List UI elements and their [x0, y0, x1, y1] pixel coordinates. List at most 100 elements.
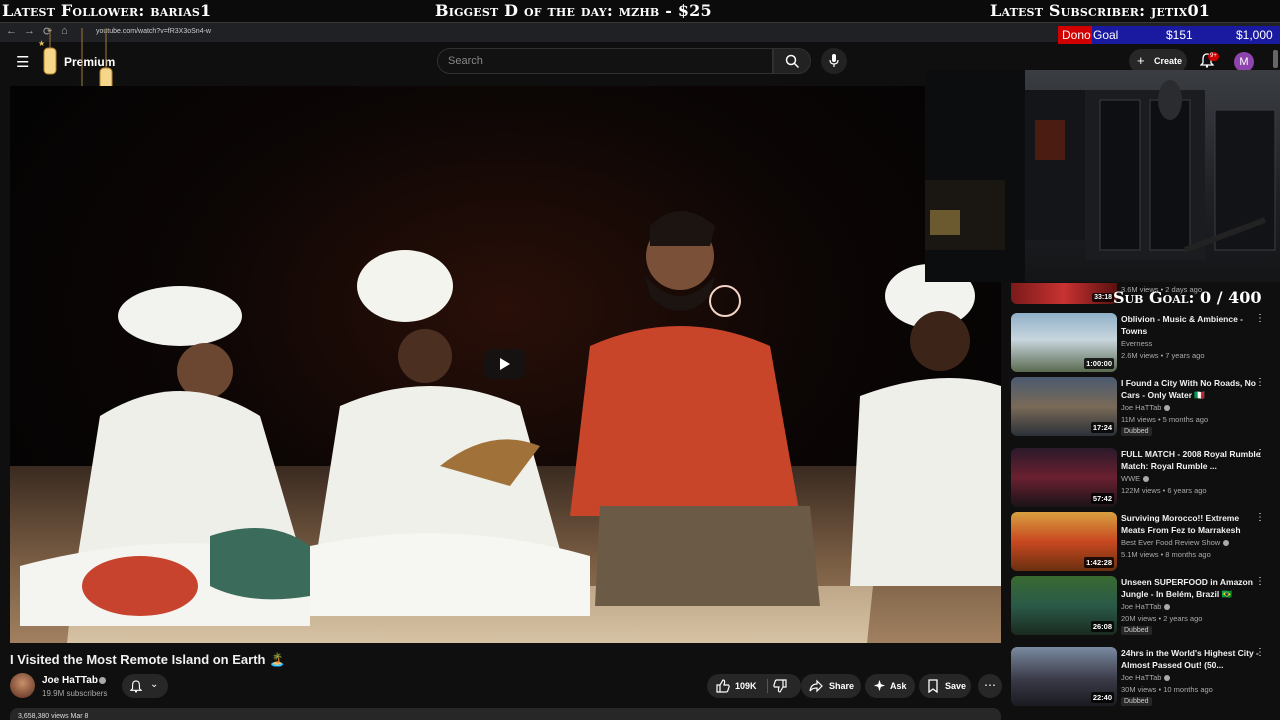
ask-button[interactable]: Ask — [865, 674, 915, 698]
duration-badge: 1:42:28 — [1084, 557, 1114, 568]
back-icon[interactable]: ← — [6, 25, 17, 37]
video-thumbnail[interactable]: 57:42 — [1011, 448, 1117, 507]
duration-badge: 33:18 — [1092, 293, 1114, 302]
recommendation-title[interactable]: I Found a City With No Roads, No Cars - … — [1121, 377, 1261, 401]
create-label: Create — [1154, 56, 1183, 66]
recommendation-item[interactable]: 1:42:28 Surviving Morocco!! Extreme Meats… — [1011, 512, 1273, 574]
stream-overlay-bar: Latest Follower: barias1 Biggest D of th… — [0, 0, 1280, 22]
svg-text:★: ★ — [38, 39, 45, 48]
streamer-webcam — [925, 70, 1280, 282]
partial-thumbnail[interactable]: 33:18 — [1011, 283, 1117, 304]
menu-icon[interactable]: ☰ — [16, 53, 29, 71]
recommendation-title[interactable]: 24hrs in the World's Highest City - Almo… — [1121, 647, 1261, 671]
recommendation-meta: 11M views • 5 months ago — [1121, 415, 1209, 424]
recommendation-title[interactable]: Surviving Morocco!! Extreme Meats From F… — [1121, 512, 1261, 536]
recommendation-channel[interactable]: Best Ever Food Review Show — [1121, 538, 1230, 547]
recommendation-channel[interactable]: Everness — [1121, 339, 1152, 348]
channel-name: WWE — [1121, 474, 1141, 483]
more-options-icon[interactable]: ⋮ — [1255, 576, 1265, 587]
duration-badge: 22:40 — [1090, 692, 1114, 703]
dubbed-badge: Dubbed — [1121, 626, 1152, 635]
more-options-icon[interactable]: ⋮ — [1255, 448, 1265, 459]
more-options-icon[interactable]: ⋮ — [1255, 313, 1265, 324]
verified-check-icon — [1223, 540, 1230, 547]
channel-avatar[interactable] — [10, 673, 35, 698]
scrollbar-thumb[interactable] — [1273, 50, 1278, 68]
more-options-icon[interactable]: ⋮ — [1255, 377, 1265, 388]
recommendation-item[interactable]: 17:24 I Found a City With No Roads, No Ca… — [1011, 377, 1273, 439]
goal-label: Goal — [1093, 28, 1119, 42]
save-label: Save — [945, 681, 967, 691]
account-avatar[interactable]: M — [1234, 52, 1254, 72]
verified-check-icon — [99, 677, 106, 684]
like-icon[interactable] — [716, 679, 730, 693]
channel-name[interactable]: Joe HaTTab — [42, 675, 98, 686]
latest-subscriber-text: Latest Subscriber: jetix01 — [990, 1, 1211, 20]
like-count[interactable]: 109K — [735, 681, 757, 691]
dislike-icon[interactable] — [773, 679, 787, 693]
ask-label: Ask — [890, 681, 907, 691]
voice-search-button[interactable] — [821, 48, 847, 74]
more-options-icon[interactable]: ⋮ — [1255, 512, 1265, 523]
recommendation-channel[interactable]: Joe HaTTab — [1121, 673, 1171, 682]
dono-label: Dono — [1062, 28, 1091, 42]
description-box[interactable]: 3,658,380 views Mar 8 — [10, 708, 1001, 720]
goal-current: $151 — [1166, 28, 1193, 42]
channel-name: Joe HaTTab — [1121, 403, 1162, 412]
recommendation-channel[interactable]: Joe HaTTab — [1121, 602, 1171, 611]
verified-check-icon — [1164, 675, 1171, 682]
recommendation-title[interactable]: Oblivion - Music & Ambience - Towns — [1121, 313, 1261, 337]
webcam-feed — [925, 70, 1276, 282]
recommendation-item[interactable]: 57:42 FULL MATCH - 2008 Royal Rumble Matc… — [1011, 448, 1273, 510]
recommendation-item[interactable]: 1:00:00 Oblivion - Music & Ambience - Tow… — [1011, 313, 1273, 375]
share-label: Share — [829, 681, 855, 691]
verified-check-icon — [1164, 405, 1171, 412]
duration-badge: 17:24 — [1090, 422, 1114, 433]
latest-follower-text: Latest Follower: barias1 — [2, 1, 212, 20]
recommendation-meta: 5.1M views • 8 months ago — [1121, 550, 1211, 559]
video-thumbnail[interactable]: 1:00:00 — [1011, 313, 1117, 372]
duration-badge: 26:08 — [1090, 621, 1114, 632]
recommendation-title[interactable]: Unseen SUPERFOOD in Amazon Jungle - In B… — [1121, 576, 1261, 600]
verified-check-icon — [1164, 604, 1171, 611]
play-button[interactable] — [484, 349, 526, 379]
like-dislike-group: 109K — [707, 674, 801, 698]
search-icon — [785, 54, 800, 69]
goal-target: $1,000 — [1236, 28, 1273, 42]
video-thumbnail[interactable]: 1:42:28 — [1011, 512, 1117, 571]
notification-count-badge: 9+ — [1208, 52, 1219, 61]
channel-name: Joe HaTTab — [1121, 602, 1162, 611]
recommendation-item[interactable]: 26:08 Unseen SUPERFOOD in Amazon Jungle -… — [1011, 576, 1273, 638]
plus-icon: + — [1137, 53, 1145, 68]
recommendation-channel[interactable]: WWE — [1121, 474, 1150, 483]
bookmark-icon — [928, 679, 938, 693]
search-button[interactable] — [773, 48, 811, 74]
more-options-icon[interactable]: ⋮ — [1255, 647, 1265, 658]
more-actions-icon[interactable]: ⋯ — [978, 674, 1002, 698]
duration-badge: 1:00:00 — [1084, 358, 1114, 369]
chevron-down-icon: ⌄ — [150, 679, 159, 690]
share-button[interactable]: Share — [801, 674, 861, 698]
biggest-donation-text: Biggest D of the day: mzhb - $25 — [435, 1, 712, 20]
recommendation-item[interactable]: 22:40 24hrs in the World's Highest City -… — [1011, 647, 1273, 709]
recommendation-meta: 20M views • 2 years ago — [1121, 614, 1203, 623]
recommendation-title[interactable]: FULL MATCH - 2008 Royal Rumble Match: Ro… — [1121, 448, 1261, 472]
play-icon — [500, 358, 510, 370]
description-peek: 3,658,380 views Mar 8 — [18, 713, 89, 720]
video-thumbnail[interactable]: 22:40 — [1011, 647, 1117, 706]
video-player[interactable] — [10, 86, 1001, 643]
video-thumbnail[interactable]: 17:24 — [1011, 377, 1117, 436]
share-icon — [809, 679, 823, 693]
search-input[interactable] — [438, 49, 772, 73]
subscriber-count: 19.9M subscribers — [42, 689, 108, 698]
video-thumbnail[interactable]: 26:08 — [1011, 576, 1117, 635]
save-button[interactable]: Save — [919, 674, 971, 698]
bell-icon — [130, 680, 142, 693]
search-box — [437, 48, 773, 74]
subscription-bell-button[interactable]: ⌄ — [122, 674, 168, 698]
channel-name: Everness — [1121, 339, 1153, 348]
mic-icon — [829, 54, 839, 67]
recommendation-channel[interactable]: Joe HaTTab — [1121, 403, 1171, 412]
sub-goal-text: Sub Goal: 0 / 400 — [1113, 288, 1262, 307]
channel-name: Joe HaTTab — [1121, 673, 1162, 682]
